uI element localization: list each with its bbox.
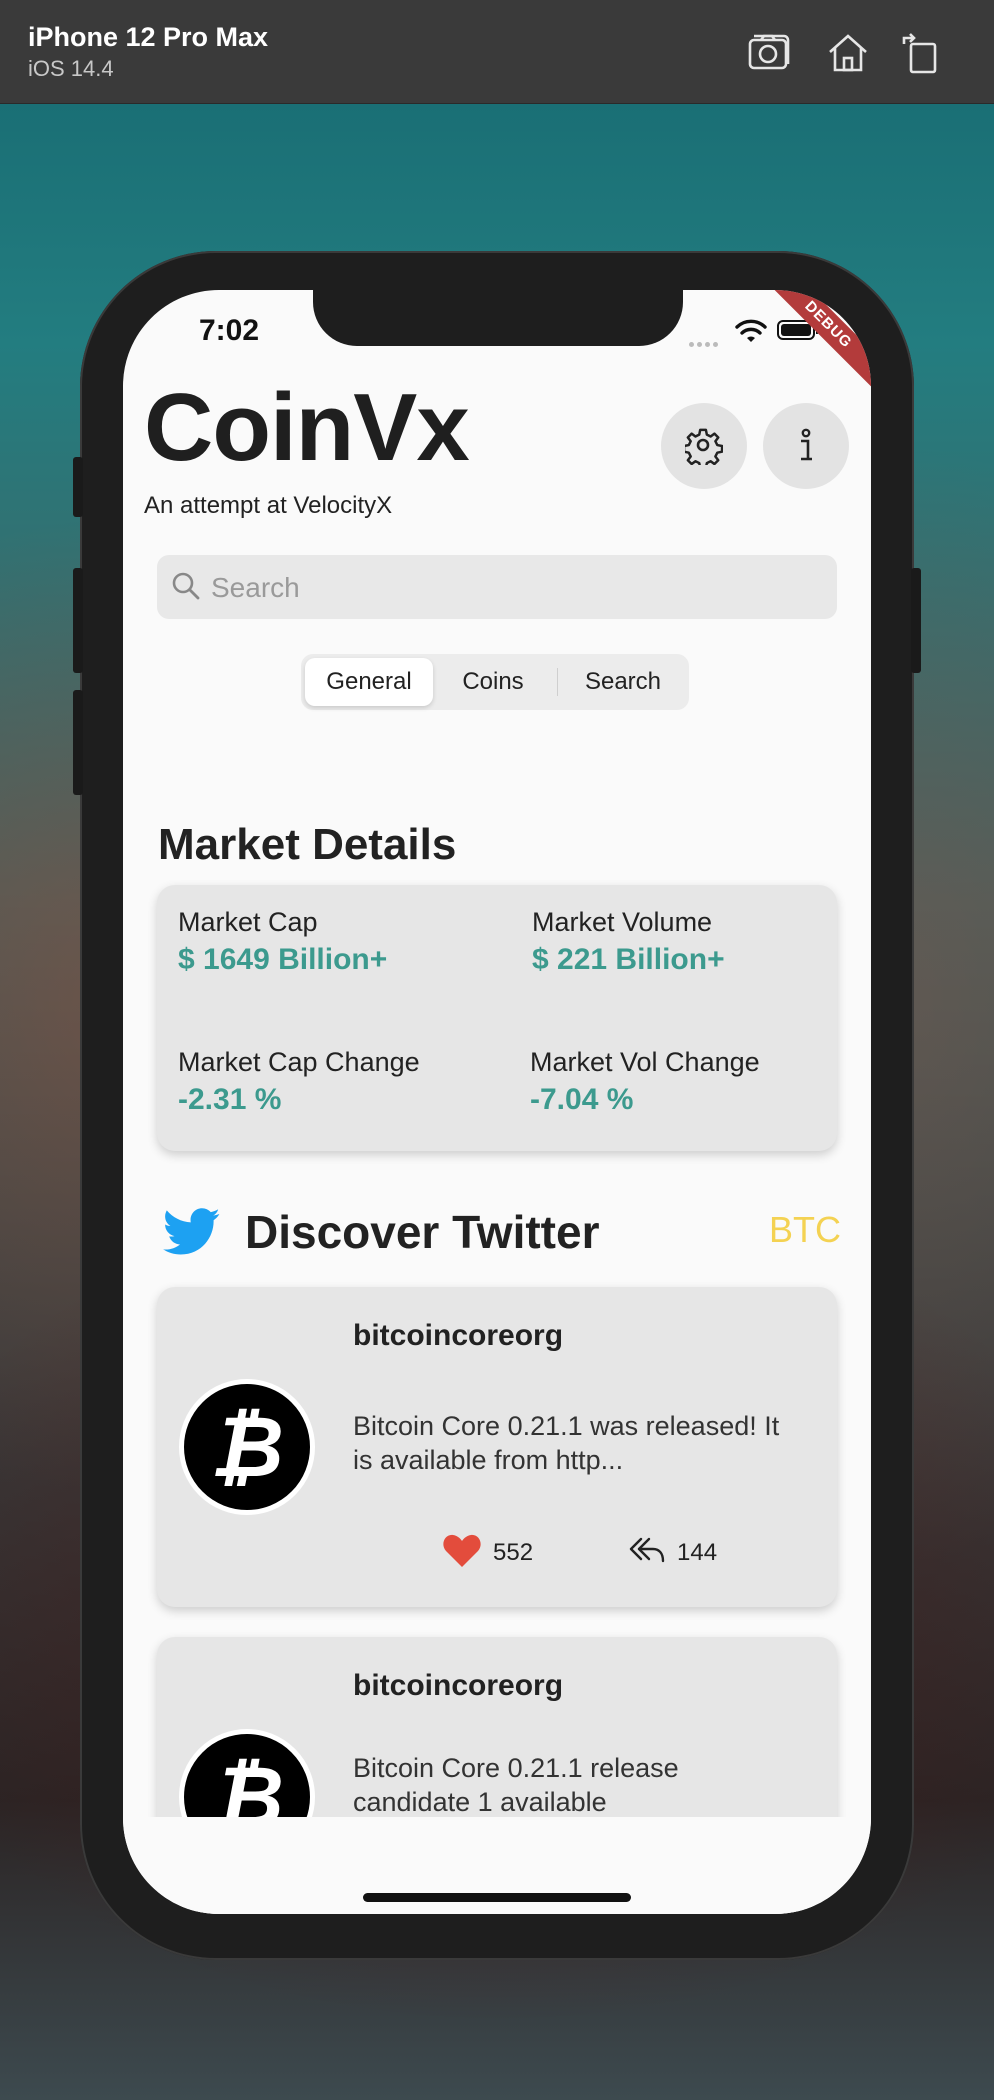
tweet-username: bitcoincoreorg	[353, 1669, 564, 1702]
home-indicator[interactable]	[363, 1893, 631, 1902]
tweet-like-count: 552	[493, 1539, 534, 1566]
device-name: iPhone 12 Pro Max	[28, 22, 269, 52]
tweet-text: Bitcoin Core 0.21.1 release candidate 1 …	[353, 1753, 679, 1817]
twitter-icon	[163, 1208, 220, 1255]
device-screen: 7:02 DEBUG CoinVx An attempt at Velocity…	[123, 290, 871, 1914]
market-details-card: Market Cap $ 1649 Billion+ Market Volume…	[157, 885, 837, 1151]
market-cap-label: Market Cap	[178, 907, 318, 937]
tab-general[interactable]: General	[305, 658, 433, 706]
tweet-card[interactable]: ₿ bitcoincoreorg Bitcoin Core 0.21.1 was…	[157, 1287, 837, 1607]
rotate-icon[interactable]	[896, 28, 946, 78]
info-button[interactable]	[763, 403, 849, 489]
info-icon	[801, 428, 812, 461]
market-vol-change-label: Market Vol Change	[530, 1047, 760, 1077]
tweet-retweet-count: 144	[677, 1539, 718, 1566]
wifi-icon	[735, 319, 767, 342]
volume-up-button	[73, 568, 83, 673]
power-button	[911, 568, 921, 673]
status-time: 7:02	[199, 314, 260, 347]
coin-filter-button[interactable]: BTC	[769, 1209, 841, 1251]
gear-icon	[685, 428, 723, 465]
signal-dots	[689, 334, 723, 347]
settings-button[interactable]	[661, 403, 747, 489]
market-volume-label: Market Volume	[532, 907, 713, 937]
notch	[313, 290, 683, 346]
tab-control: General Coins Search	[301, 654, 689, 710]
bitcoin-icon: ₿	[210, 1400, 284, 1494]
volume-down-button	[73, 690, 83, 795]
market-vol-change-value: -7.04 %	[530, 1083, 634, 1116]
search-icon	[172, 572, 200, 600]
market-cap-value: $ 1649 Billion+	[178, 943, 388, 976]
market-volume-value: $ 221 Billion+	[532, 943, 725, 976]
market-cap-change-value: -2.31 %	[178, 1083, 282, 1116]
search-bar[interactable]	[157, 555, 837, 621]
retweet-icon[interactable]	[627, 1533, 667, 1569]
tweet-username: bitcoincoreorg	[353, 1319, 564, 1352]
tab-coins[interactable]: Coins	[437, 658, 549, 706]
app-title: CoinVx	[144, 374, 470, 481]
heart-icon[interactable]	[442, 1533, 482, 1569]
market-cap-change-label: Market Cap Change	[178, 1047, 420, 1077]
os-version: iOS 14.4	[28, 56, 114, 81]
home-icon[interactable]	[823, 28, 873, 78]
simulator-toolbar: iPhone 12 Pro Max iOS 14.4	[0, 0, 994, 104]
screenshot-icon[interactable]	[745, 28, 795, 78]
bitcoin-avatar: ₿	[179, 1379, 315, 1515]
tweet-text: Bitcoin Core 0.21.1 was released! It is …	[353, 1411, 780, 1475]
tab-divider	[557, 668, 558, 696]
silent-switch	[73, 457, 83, 517]
market-details-title: Market Details	[158, 820, 457, 869]
tab-search[interactable]: Search	[563, 658, 683, 706]
search-input[interactable]	[209, 555, 823, 621]
discover-twitter-title: Discover Twitter	[245, 1206, 600, 1258]
app-subtitle: An attempt at VelocityX	[144, 492, 393, 519]
